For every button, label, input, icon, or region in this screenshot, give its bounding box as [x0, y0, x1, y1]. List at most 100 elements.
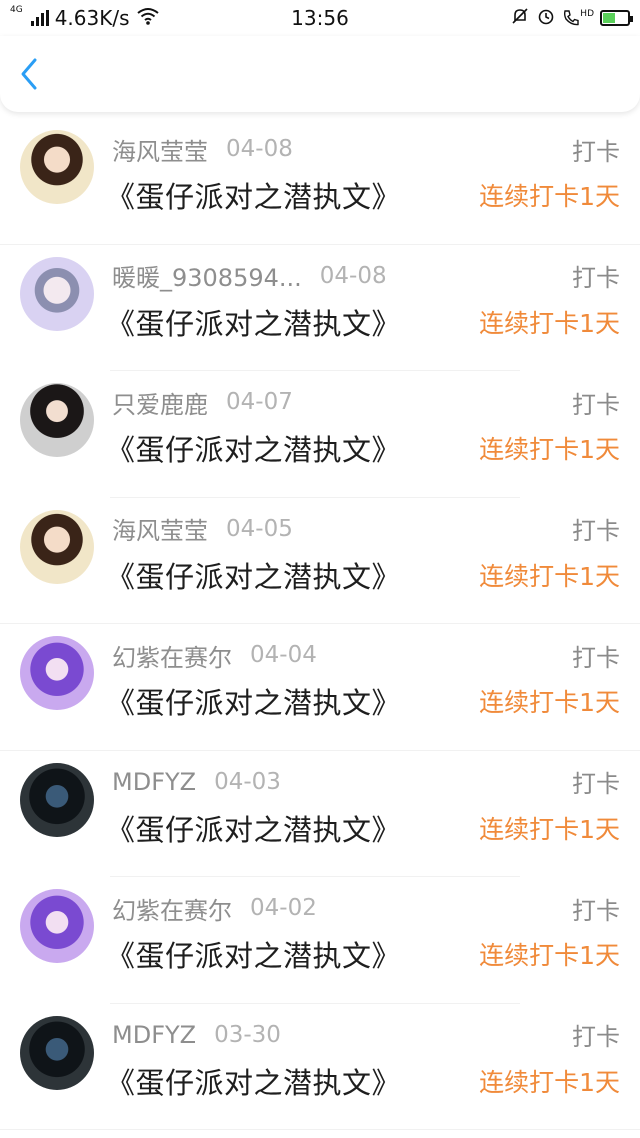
row-content: MDFYZ 04-03 打卡 《蛋仔派对之潜执文》 连续打卡1天: [106, 763, 620, 853]
checkin-row[interactable]: 幻紫在赛尔 04-04 打卡 《蛋仔派对之潜执文》 连续打卡1天: [0, 624, 640, 751]
row-content: 只爱鹿鹿 04-07 打卡 《蛋仔派对之潜执文》 连续打卡1天: [106, 383, 620, 473]
username[interactable]: 暖暖_9308594...: [112, 258, 302, 293]
streak-label: 连续打卡1天: [479, 941, 620, 970]
username[interactable]: 海风莹莹: [112, 511, 208, 546]
row-header: 海风莹莹 04-05 打卡: [112, 510, 620, 548]
row-header: 只爱鹿鹿 04-07 打卡: [112, 383, 620, 421]
avatar[interactable]: [20, 509, 94, 584]
status-bar: 4G 4.63K/s 13:56 HD: [0, 0, 640, 36]
avatar[interactable]: [20, 1015, 94, 1090]
row-header: 暖暖_9308594... 04-08 打卡: [112, 257, 620, 295]
row-header: 幻紫在赛尔 04-04 打卡: [112, 636, 620, 674]
row-header: MDFYZ 04-03 打卡: [112, 763, 620, 801]
streak-label: 连续打卡1天: [479, 435, 620, 464]
username[interactable]: 幻紫在赛尔: [112, 891, 232, 926]
alarm-icon: [536, 6, 556, 31]
checkin-row[interactable]: 海风莹莹 04-05 打卡 《蛋仔派对之潜执文》 连续打卡1天: [0, 498, 640, 625]
streak-label: 连续打卡1天: [479, 561, 620, 591]
row-meta: 海风莹莹 04-05: [112, 511, 293, 546]
checkin-row[interactable]: 暖暖_9308594... 04-08 打卡 《蛋仔派对之潜执文》 连续打卡1天: [0, 245, 640, 372]
row-meta: MDFYZ 04-03: [112, 768, 281, 796]
checkin-label: 打卡: [572, 264, 620, 292]
checkin-row[interactable]: MDFYZ 04-03 打卡 《蛋仔派对之潜执文》 连续打卡1天: [0, 751, 640, 878]
top-nav: [0, 36, 640, 112]
wifi-icon: [136, 6, 160, 30]
row-content: 海风莹莹 04-05 打卡 《蛋仔派对之潜执文》 连续打卡1天: [106, 510, 620, 600]
row-header: MDFYZ 03-30 打卡: [112, 1016, 620, 1054]
hd-call-icon: HD: [562, 9, 594, 27]
checkin-date: 04-02: [250, 895, 317, 921]
row-header: 海风莹莹 04-08 打卡: [112, 130, 620, 168]
username[interactable]: 只爱鹿鹿: [112, 385, 208, 420]
back-button[interactable]: [18, 49, 58, 99]
row-content: 暖暖_9308594... 04-08 打卡 《蛋仔派对之潜执文》 连续打卡1天: [106, 257, 620, 347]
checkin-label: 打卡: [572, 770, 620, 798]
checkin-date: 04-05: [226, 515, 293, 542]
book-title[interactable]: 《蛋仔派对之潜执文》: [106, 933, 401, 975]
checkin-label: 打卡: [572, 1023, 620, 1051]
row-body: 《蛋仔派对之潜执文》 连续打卡1天: [106, 550, 620, 600]
book-title[interactable]: 《蛋仔派对之潜执文》: [106, 1060, 401, 1102]
streak-label: 连续打卡1天: [479, 182, 620, 211]
network-type: 4G: [10, 5, 23, 15]
row-content: 幻紫在赛尔 04-04 打卡 《蛋仔派对之潜执文》 连续打卡1天: [106, 636, 620, 726]
checkin-row[interactable]: 只爱鹿鹿 04-07 打卡 《蛋仔派对之潜执文》 连续打卡1天: [0, 371, 640, 498]
row-body: 《蛋仔派对之潜执文》 连续打卡1天: [106, 803, 620, 853]
checkin-date: 04-08: [226, 136, 293, 162]
network-speed: 4.63K/s: [54, 6, 130, 30]
avatar[interactable]: [20, 636, 94, 710]
checkin-date: 04-04: [250, 642, 317, 668]
row-content: 幻紫在赛尔 04-02 打卡 《蛋仔派对之潜执文》 连续打卡1天: [106, 889, 620, 979]
book-title[interactable]: 《蛋仔派对之潜执文》: [106, 301, 401, 343]
row-content: 海风莹莹 04-08 打卡 《蛋仔派对之潜执文》 连续打卡1天: [106, 130, 620, 220]
chevron-left-icon: [21, 58, 37, 90]
checkin-label: 打卡: [572, 517, 620, 545]
signal-icon: [30, 10, 49, 26]
avatar[interactable]: [20, 889, 94, 963]
row-meta: 海风莹莹 04-08: [112, 132, 293, 167]
row-content: MDFYZ 03-30 打卡 《蛋仔派对之潜执文》 连续打卡1天: [106, 1016, 620, 1106]
book-title[interactable]: 《蛋仔派对之潜执文》: [106, 427, 401, 469]
streak-label: 连续打卡1天: [479, 688, 620, 717]
username[interactable]: 海风莹莹: [112, 132, 208, 167]
checkin-row[interactable]: MDFYZ 03-30 打卡 《蛋仔派对之潜执文》 连续打卡1天: [0, 1004, 640, 1131]
checkin-date: 04-07: [226, 389, 293, 415]
username[interactable]: MDFYZ: [112, 1021, 196, 1049]
row-meta: 暖暖_9308594... 04-08: [112, 258, 387, 293]
clock: 13:56: [291, 6, 349, 30]
row-header: 幻紫在赛尔 04-02 打卡: [112, 889, 620, 927]
avatar[interactable]: [20, 130, 94, 204]
streak-label: 连续打卡1天: [479, 308, 620, 338]
row-meta: 幻紫在赛尔 04-02: [112, 891, 317, 926]
avatar[interactable]: [20, 383, 94, 457]
row-body: 《蛋仔派对之潜执文》 连续打卡1天: [106, 170, 620, 220]
book-title[interactable]: 《蛋仔派对之潜执文》: [106, 807, 401, 849]
row-body: 《蛋仔派对之潜执文》 连续打卡1天: [106, 676, 620, 726]
book-title[interactable]: 《蛋仔派对之潜执文》: [106, 680, 401, 722]
checkin-row[interactable]: 幻紫在赛尔 04-02 打卡 《蛋仔派对之潜执文》 连续打卡1天: [0, 877, 640, 1004]
status-left: 4G 4.63K/s: [10, 6, 160, 30]
checkin-label: 打卡: [572, 896, 620, 925]
battery-icon: [600, 10, 633, 26]
checkin-list: 海风莹莹 04-08 打卡 《蛋仔派对之潜执文》 连续打卡1天 暖暖_93085…: [0, 118, 640, 1130]
username[interactable]: MDFYZ: [112, 768, 196, 796]
checkin-label: 打卡: [572, 643, 620, 672]
avatar[interactable]: [20, 256, 94, 331]
status-right: HD: [510, 6, 633, 31]
row-body: 《蛋仔派对之潜执文》 连续打卡1天: [106, 297, 620, 347]
checkin-date: 04-03: [214, 768, 281, 795]
row-body: 《蛋仔派对之潜执文》 连续打卡1天: [106, 423, 620, 473]
book-title[interactable]: 《蛋仔派对之潜执文》: [106, 174, 401, 216]
checkin-label: 打卡: [572, 137, 620, 166]
username[interactable]: 幻紫在赛尔: [112, 638, 232, 673]
row-meta: 幻紫在赛尔 04-04: [112, 638, 317, 673]
row-body: 《蛋仔派对之潜执文》 连续打卡1天: [106, 1056, 620, 1106]
checkin-row[interactable]: 海风莹莹 04-08 打卡 《蛋仔派对之潜执文》 连续打卡1天: [0, 118, 640, 245]
row-meta: MDFYZ 03-30: [112, 1021, 281, 1049]
checkin-date: 03-30: [214, 1021, 281, 1048]
row-body: 《蛋仔派对之潜执文》 连续打卡1天: [106, 929, 620, 979]
book-title[interactable]: 《蛋仔派对之潜执文》: [106, 554, 401, 596]
streak-label: 连续打卡1天: [479, 1067, 620, 1097]
checkin-date: 04-08: [319, 262, 387, 289]
avatar[interactable]: [20, 762, 94, 837]
